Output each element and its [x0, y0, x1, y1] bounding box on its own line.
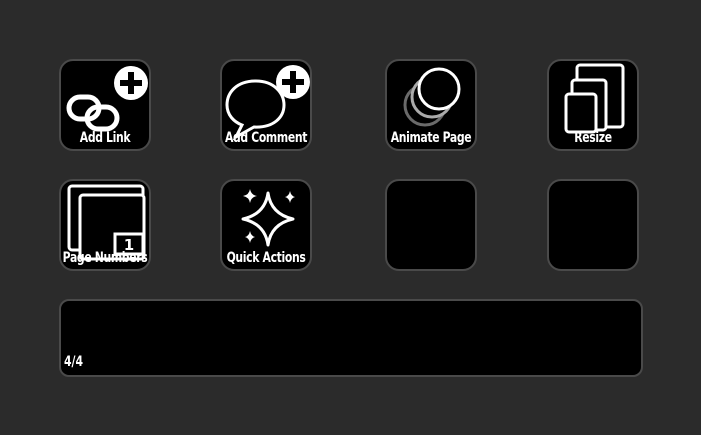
stream-deck-panel: Add Link Add Comment Animate Page Resize…: [0, 0, 701, 435]
touch-strip[interactable]: 4/4: [59, 299, 643, 377]
add-comment-button[interactable]: Add Comment: [220, 59, 312, 151]
empty-key[interactable]: [385, 179, 477, 271]
key-label: Resize: [574, 130, 612, 146]
page-numbers-button[interactable]: 1 Page Numbers: [59, 179, 151, 271]
key-label: Animate Page: [390, 130, 472, 146]
key-label: Add Link: [79, 130, 131, 146]
key-label: Add Comment: [224, 130, 308, 146]
add-link-button[interactable]: Add Link: [59, 59, 151, 151]
key-label: Quick Actions: [226, 250, 306, 266]
animate-page-button[interactable]: Animate Page: [385, 59, 477, 151]
page-indicator: 4/4: [64, 354, 84, 370]
empty-key[interactable]: [547, 179, 639, 271]
resize-button[interactable]: Resize: [547, 59, 639, 151]
key-label: Page Numbers: [62, 250, 148, 266]
quick-actions-button[interactable]: Quick Actions: [220, 179, 312, 271]
